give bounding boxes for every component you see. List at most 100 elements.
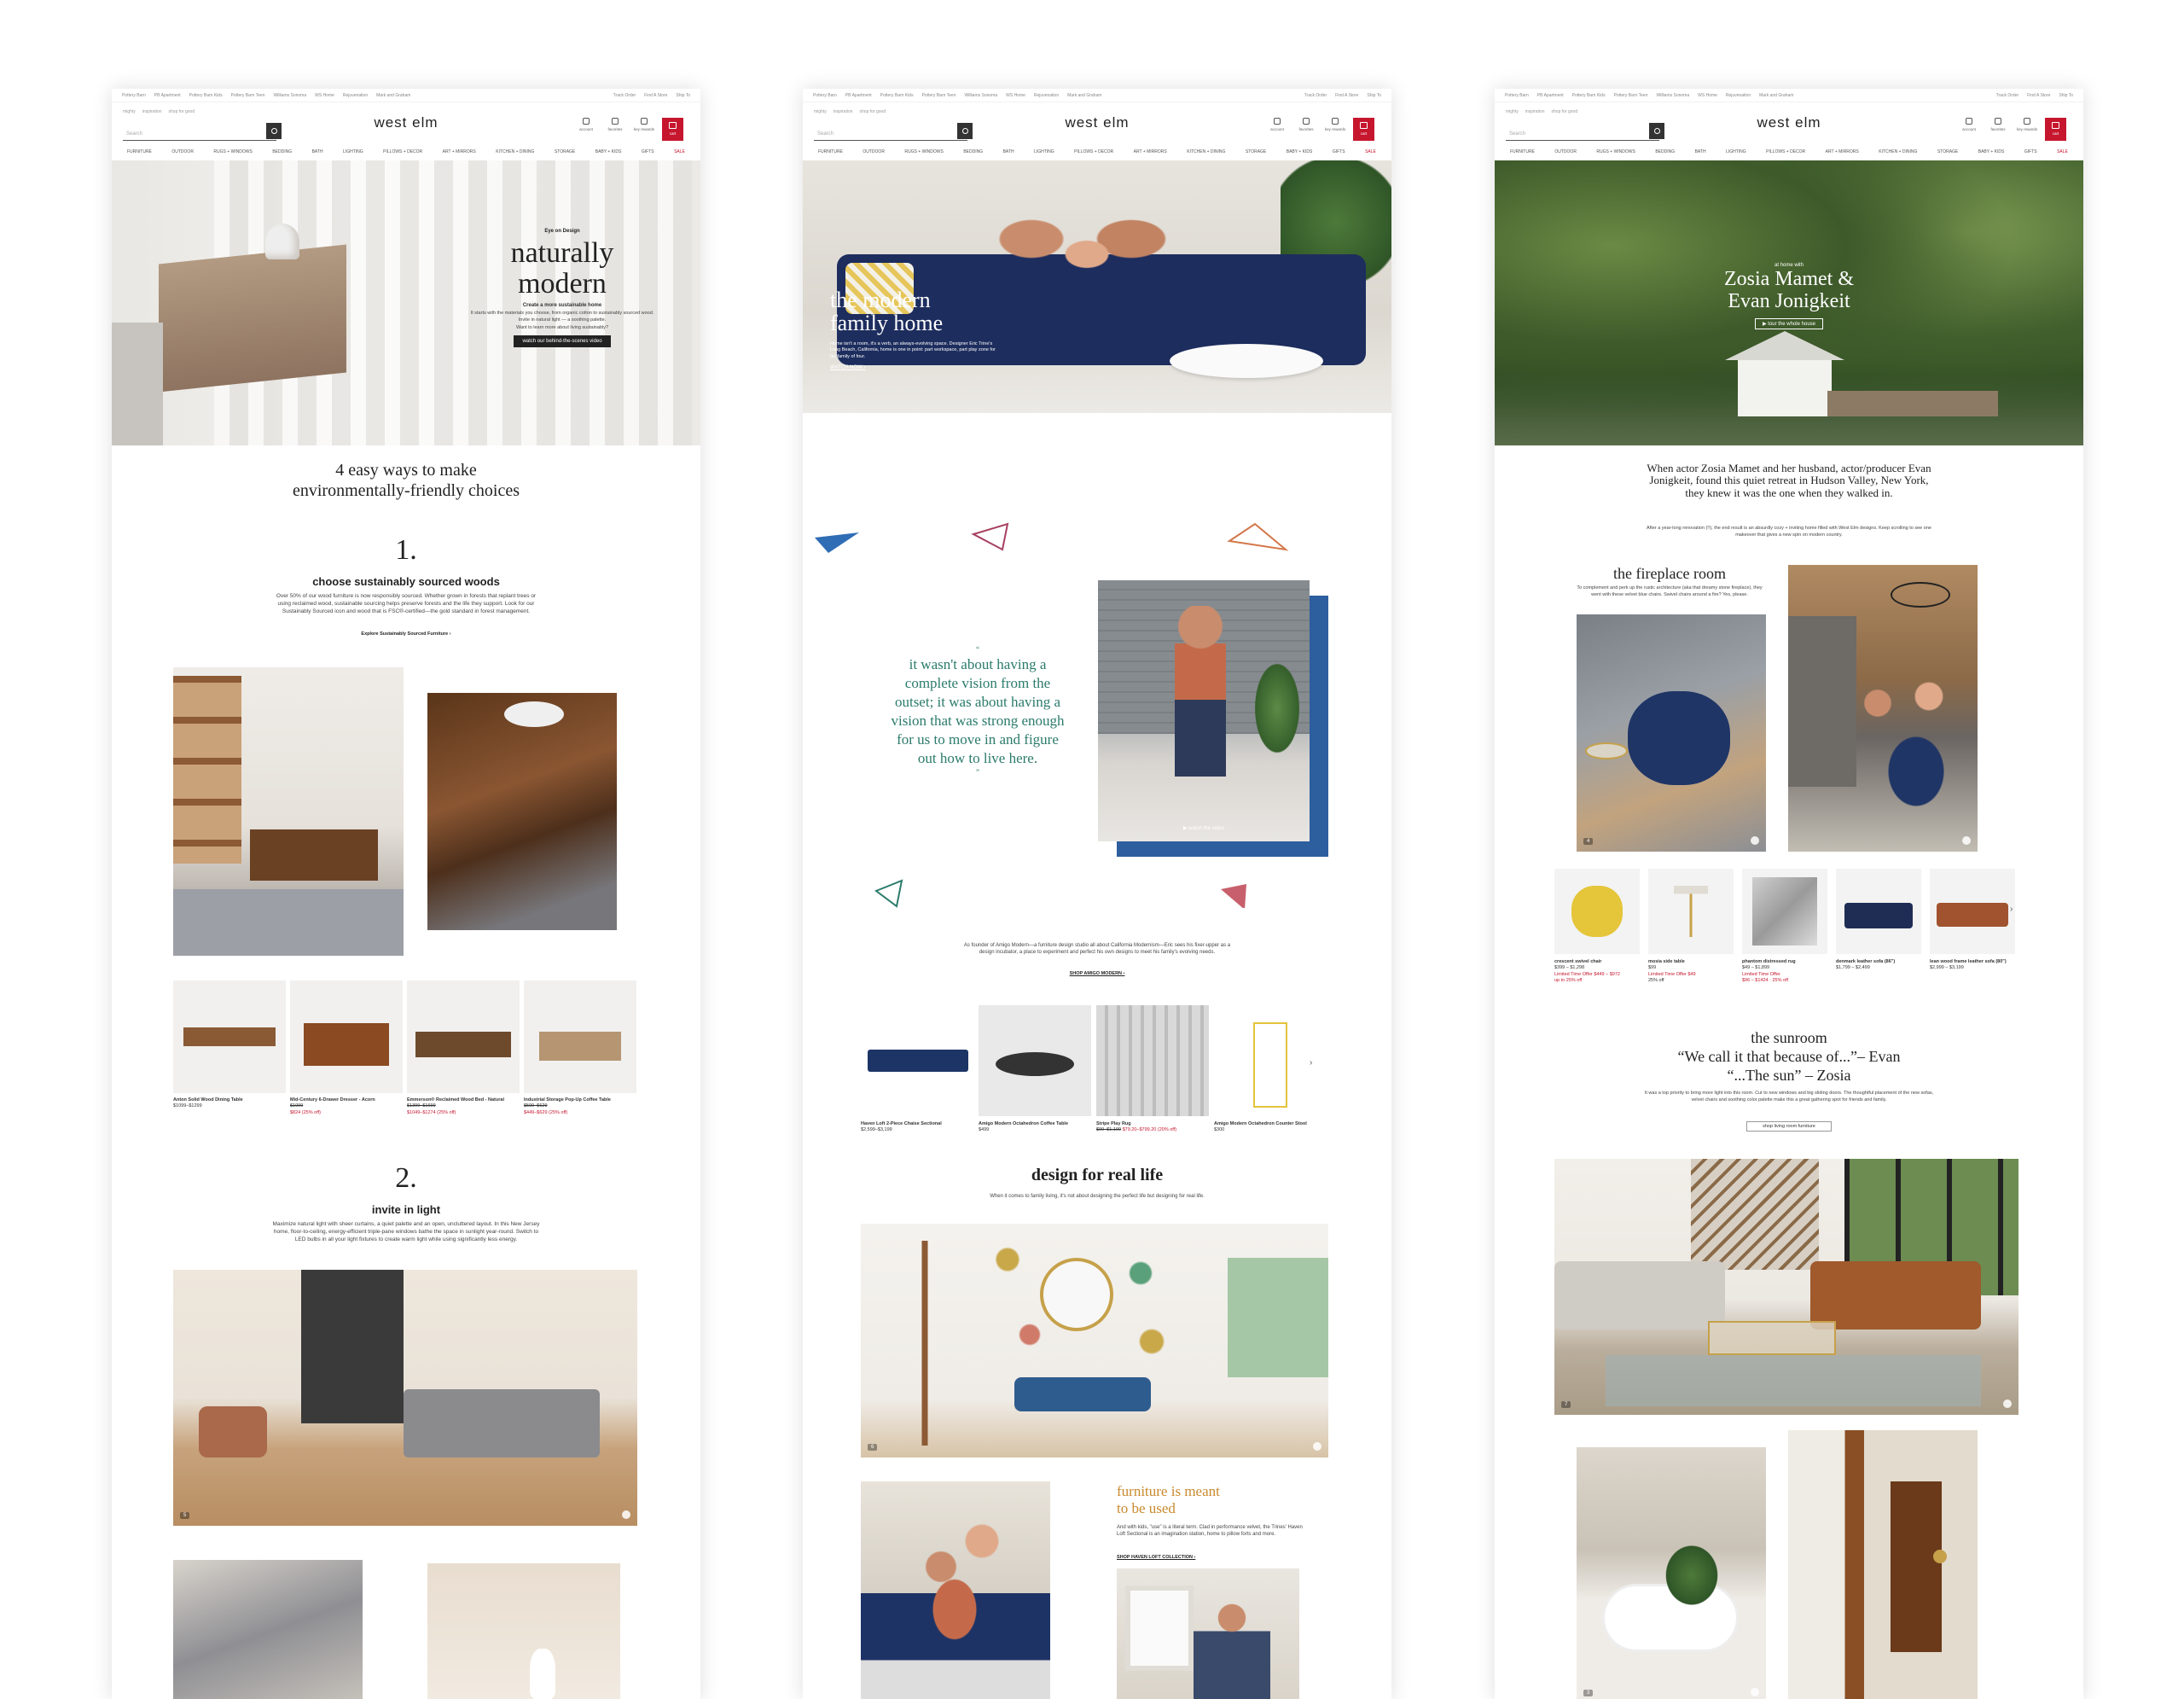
living-room-photo[interactable]: 5 <box>173 1270 637 1526</box>
sunroom-photo[interactable]: 7 <box>1554 1159 2018 1415</box>
brand-link[interactable]: Williams Sonoma <box>1657 93 1690 98</box>
favorites-button[interactable]: favorites <box>604 118 626 131</box>
nav-item[interactable]: RUGS + WINDOWS <box>904 149 943 154</box>
product-card[interactable]: mosia side table $99 Limited Time Offer $4… <box>1648 959 1734 985</box>
rewards-button[interactable]: key rewards <box>633 118 655 131</box>
product-image[interactable] <box>1836 869 1921 954</box>
nav-item[interactable]: BEDDING <box>272 149 292 154</box>
product-image[interactable] <box>1554 869 1640 954</box>
hallway-photo[interactable] <box>1788 1430 1978 1699</box>
couple-fireplace-photo[interactable] <box>1788 565 1978 852</box>
product-image[interactable] <box>979 1005 1091 1116</box>
watch-video-label[interactable]: ▶ watch the video <box>1098 825 1310 831</box>
brand-link[interactable]: Williams Sonoma <box>965 93 998 98</box>
brand-link[interactable]: PB Apartment <box>1537 93 1564 98</box>
account-button[interactable]: account <box>1958 118 1980 131</box>
nav-item[interactable]: FURNITURE <box>818 149 843 154</box>
explore-sustainable-link[interactable]: Explore Sustainably Sourced Furniture › <box>112 631 700 637</box>
nav-item[interactable]: BABY + KIDS <box>595 149 622 154</box>
shop-amigo-modern-link[interactable]: SHOP AMIGO MODERN › <box>803 971 1391 976</box>
tray-photo[interactable]: 3 <box>1577 1447 1766 1699</box>
nav-item[interactable]: RUGS + WINDOWS <box>1596 149 1635 154</box>
nav-item[interactable]: ART + MIRRORS <box>1826 149 1859 154</box>
find-store-link[interactable]: Find A Store <box>1335 93 1358 98</box>
nav-item[interactable]: LIGHTING <box>343 149 363 154</box>
nav-item[interactable]: BABY + KIDS <box>1978 149 2005 154</box>
vase-photo[interactable] <box>427 1563 620 1699</box>
rewards-button[interactable]: key rewards <box>1324 118 1346 131</box>
account-button[interactable]: account <box>1266 118 1288 131</box>
nav-item[interactable]: STORAGE <box>1937 149 1958 154</box>
nav-item[interactable]: BEDDING <box>963 149 983 154</box>
product-card[interactable]: Stripe Play Rug $99–$1,199 $79.20–$799.20… <box>1096 1121 1205 1134</box>
nav-item-sale[interactable]: SALE <box>674 149 685 154</box>
cart-button[interactable]: cart <box>1353 118 1374 141</box>
carousel-next-arrow[interactable]: › <box>2010 905 2013 914</box>
tour-house-button[interactable]: ▶ tour the whole house <box>1755 317 1823 329</box>
product-card[interactable]: denmark leather sofa (86") $1,799 – $2,49… <box>1836 959 1921 972</box>
nav-item[interactable]: PILLOWS + DECOR <box>1074 149 1113 154</box>
ship-to-link[interactable]: Ship To <box>676 93 690 98</box>
ship-to-link[interactable]: Ship To <box>2059 93 2073 98</box>
product-image[interactable] <box>1742 869 1827 954</box>
brand-link[interactable]: Mark and Graham <box>1759 93 1793 98</box>
product-image[interactable] <box>861 1005 973 1116</box>
nav-item-sale[interactable]: SALE <box>1365 149 1376 154</box>
blue-chair-photo[interactable]: 4 <box>1577 614 1766 852</box>
brand-link[interactable]: Pottery Barn Kids <box>1572 93 1606 98</box>
ship-to-link[interactable]: Ship To <box>1367 93 1381 98</box>
brand-link[interactable]: WS Home <box>315 93 334 98</box>
brand-link[interactable]: Pottery Barn Teen <box>231 93 265 98</box>
brand-link[interactable]: Williams Sonoma <box>274 93 307 98</box>
cart-button[interactable]: cart <box>662 118 683 141</box>
product-image[interactable] <box>173 980 286 1093</box>
share-icon[interactable] <box>2003 1399 2012 1408</box>
playroom-photo[interactable]: 6 <box>861 1224 1328 1458</box>
product-card[interactable]: Emmerson® Reclaimed Wood Bed - Natural $1… <box>407 1097 516 1116</box>
nav-item[interactable]: GIFTS <box>1333 149 1345 154</box>
nav-item[interactable]: OUTDOOR <box>1554 149 1577 154</box>
nav-item[interactable]: OUTDOOR <box>863 149 885 154</box>
brand-link[interactable]: WS Home <box>1006 93 1025 98</box>
share-icon[interactable] <box>1313 1442 1321 1451</box>
nav-item[interactable]: STORAGE <box>555 149 575 154</box>
brand-link[interactable]: Mark and Graham <box>1067 93 1101 98</box>
find-store-link[interactable]: Find A Store <box>644 93 667 98</box>
share-icon[interactable] <box>1751 1688 1759 1696</box>
product-image[interactable] <box>1648 869 1734 954</box>
nav-item[interactable]: GIFTS <box>2024 149 2037 154</box>
product-card[interactable]: Amigo Modern Octahedron Coffee Table $499 <box>979 1121 1088 1134</box>
nav-item-sale[interactable]: SALE <box>2057 149 2068 154</box>
nav-item[interactable]: BATH <box>1695 149 1706 154</box>
nav-item[interactable]: BATH <box>1003 149 1014 154</box>
brand-link[interactable]: Pottery Barn Kids <box>880 93 914 98</box>
brand-link[interactable]: Pottery Barn <box>1505 93 1529 98</box>
nav-item[interactable]: KITCHEN + DINING <box>496 149 534 154</box>
brand-link[interactable]: PB Apartment <box>845 93 872 98</box>
favorites-button[interactable]: favorites <box>1987 118 2009 131</box>
nav-item[interactable]: FURNITURE <box>127 149 152 154</box>
nav-item[interactable]: GIFTS <box>642 149 654 154</box>
nav-item[interactable]: KITCHEN + DINING <box>1879 149 1917 154</box>
watch-now-link[interactable]: WATCH NOW › <box>830 365 1018 370</box>
product-card[interactable]: Anton Solid Wood Dining Table $1099–$1299 <box>173 1097 282 1110</box>
shop-haven-loft-link[interactable]: SHOP HAVEN LOFT COLLECTION › <box>1117 1555 1195 1560</box>
product-card[interactable]: Amigo Modern Octahedron Counter Stool $30… <box>1214 1121 1323 1134</box>
brand-link[interactable]: PB Apartment <box>154 93 181 98</box>
carousel-next-arrow[interactable]: › <box>1310 1058 1312 1068</box>
shop-living-room-button[interactable]: shop living room furniture <box>1746 1121 1832 1132</box>
brand-link[interactable]: Mark and Graham <box>376 93 410 98</box>
watch-video-button[interactable]: watch our behind-the-scenes video <box>514 335 611 347</box>
track-order-link[interactable]: Track Order <box>1996 93 2018 98</box>
nav-item[interactable]: STORAGE <box>1246 149 1266 154</box>
product-card[interactable]: phantom distressed rug $49 – $1,899 Limite… <box>1742 959 1827 985</box>
nav-item[interactable]: BEDDING <box>1655 149 1675 154</box>
product-card[interactable]: Haven Loft 2-Piece Chaise Sectional $2,59… <box>861 1121 970 1134</box>
share-icon[interactable] <box>622 1510 630 1519</box>
rewards-button[interactable]: key rewards <box>2016 118 2038 131</box>
brand-link[interactable]: Rejuvenation <box>343 93 368 98</box>
family-play-photo[interactable] <box>861 1481 1050 1699</box>
track-order-link[interactable]: Track Order <box>613 93 636 98</box>
nav-item[interactable]: PILLOWS + DECOR <box>1766 149 1805 154</box>
nav-item[interactable]: ART + MIRRORS <box>443 149 476 154</box>
